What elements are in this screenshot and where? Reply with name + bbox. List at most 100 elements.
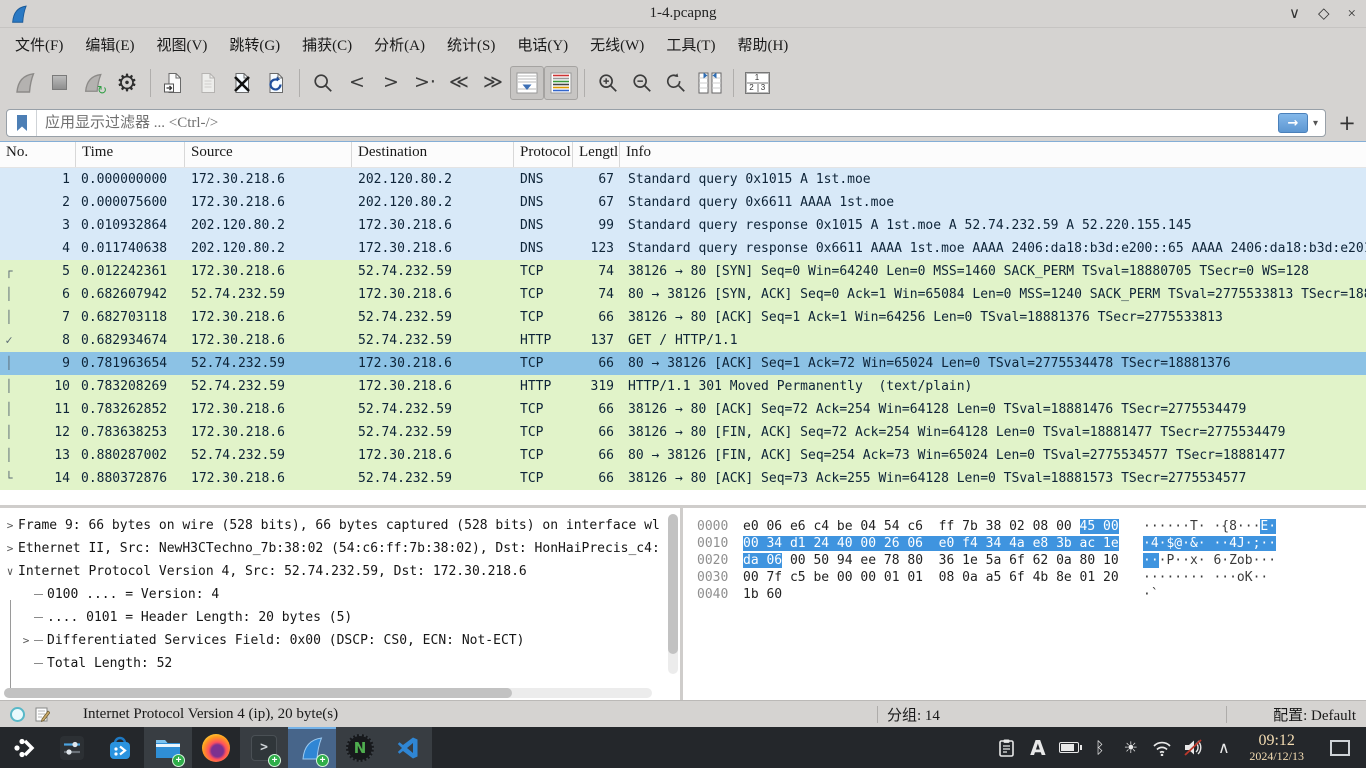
maximize-button[interactable]: ◇ [1318,0,1330,28]
input-method-indicator[interactable]: A [1024,733,1051,763]
table-row[interactable]: │ 11 0.783262852 172.30.218.6 52.74.232.… [0,398,1366,421]
detail-tree-row[interactable]: ∨ Internet Protocol Version 4, Src: 52.7… [2,560,680,583]
find-packet-button[interactable] [306,66,340,100]
detail-tree-row[interactable]: > Differentiated Services Field: 0x00 (D… [2,629,680,652]
close-button[interactable]: × [1348,0,1356,28]
menu-item[interactable]: 编辑(E) [74,29,145,60]
hex-row[interactable]: 0020 da 06 00 50 94 ee 78 80 36 1e 5a 6f… [697,552,1366,569]
neovim-task[interactable]: N [336,727,384,768]
expander-icon[interactable] [18,652,34,675]
table-row[interactable]: │ 7 0.682703118 172.30.218.6 52.74.232.5… [0,306,1366,329]
start-capture-button[interactable] [8,66,42,100]
expert-info-icon[interactable] [10,707,25,722]
detail-tree-row[interactable]: > Ethernet II, Src: NewH3CTechno_7b:38:0… [2,537,680,560]
battery-icon[interactable] [1055,733,1082,763]
discover-store-button[interactable] [96,727,144,768]
firefox-task[interactable] [192,727,240,768]
display-filter-input[interactable] [37,110,1278,136]
wifi-icon[interactable] [1148,733,1175,763]
details-vertical-scrollbar[interactable] [668,514,678,674]
column-header[interactable]: Lengtl [573,142,620,167]
volume-muted-icon[interactable] [1179,733,1206,763]
first-packet-button[interactable]: ≪ [442,66,476,100]
wireshark-task[interactable]: + [288,727,336,768]
column-header[interactable]: Info [620,142,1366,167]
settings-button[interactable] [48,727,96,768]
menu-item[interactable]: 帮助(H) [726,29,799,60]
stop-capture-button[interactable] [42,66,76,100]
close-file-button[interactable] [225,66,259,100]
vscode-task[interactable] [384,727,432,768]
layout-button[interactable]: 123 [740,66,774,100]
table-row[interactable]: └ 14 0.880372876 172.30.218.6 52.74.232.… [0,467,1366,490]
menu-item[interactable]: 分析(A) [363,29,436,60]
reload-file-button[interactable] [259,66,293,100]
clock-widget[interactable]: 09:12 2024/12/13 [1241,732,1312,762]
capture-comment-icon[interactable] [34,706,50,722]
zoom-out-button[interactable] [625,66,659,100]
detail-tree-row[interactable]: 0100 .... = Version: 4 [2,583,680,606]
hex-row[interactable]: 0040 1b 60 ·` [697,586,1366,603]
hex-row[interactable]: 0000 e0 06 e6 c4 be 04 54 c6 ff 7b 38 02… [697,518,1366,535]
detail-tree-row[interactable]: > Frame 9: 66 bytes on wire (528 bits), … [2,514,680,537]
terminal-task[interactable]: > + [240,727,288,768]
open-file-button[interactable] [157,66,191,100]
table-row[interactable]: ┌ 5 0.012242361 172.30.218.6 52.74.232.5… [0,260,1366,283]
menu-item[interactable]: 跳转(G) [218,29,291,60]
previous-packet-button[interactable]: < [340,66,374,100]
table-row[interactable]: 2 0.000075600 172.30.218.6 202.120.80.2 … [0,191,1366,214]
apply-filter-button[interactable]: → [1278,113,1308,133]
table-row[interactable]: │ 9 0.781963654 52.74.232.59 172.30.218.… [0,352,1366,375]
hex-row[interactable]: 0010 00 34 d1 24 40 00 26 06 e0 f4 34 4a… [697,535,1366,552]
clipboard-icon[interactable] [993,733,1020,763]
filter-history-caret[interactable]: ▾ [1310,118,1321,129]
column-header[interactable]: Protocol [514,142,573,167]
autoscroll-toggle-button[interactable] [510,66,544,100]
colorize-toggle-button[interactable] [544,66,578,100]
app-launcher-button[interactable] [0,727,48,768]
restart-capture-button[interactable]: ↻ [76,66,110,100]
resize-columns-button[interactable] [693,66,727,100]
column-header[interactable]: Time [76,142,185,167]
zoom-reset-button[interactable] [659,66,693,100]
table-row[interactable]: 1 0.000000000 172.30.218.6 202.120.80.2 … [0,168,1366,191]
column-header[interactable]: Source [185,142,352,167]
expander-icon[interactable]: > [18,629,34,652]
menu-item[interactable]: 文件(F) [4,29,74,60]
details-horizontal-scrollbar[interactable] [4,688,652,698]
next-packet-button[interactable]: > [374,66,408,100]
zoom-in-button[interactable] [591,66,625,100]
table-row[interactable]: │ 10 0.783208269 52.74.232.59 172.30.218… [0,375,1366,398]
filter-bookmark-button[interactable] [7,110,37,136]
column-header[interactable]: No. [0,142,76,167]
table-row[interactable]: │ 13 0.880287002 52.74.232.59 172.30.218… [0,444,1366,467]
show-desktop-button[interactable] [1330,740,1350,756]
table-row[interactable]: │ 6 0.682607942 52.74.232.59 172.30.218.… [0,283,1366,306]
detail-tree-row[interactable]: .... 0101 = Header Length: 20 bytes (5) [2,606,680,629]
last-packet-button[interactable]: ≫ [476,66,510,100]
title-bar[interactable]: 1-4.pcapng ∨ ◇ × [0,0,1366,28]
expander-icon[interactable]: > [2,537,18,560]
minimize-button[interactable]: ∨ [1289,0,1300,28]
expander-icon[interactable] [18,606,34,629]
expander-icon[interactable]: > [2,514,18,537]
menu-item[interactable]: 无线(W) [579,29,655,60]
add-filter-button[interactable]: + [1334,110,1360,136]
hex-row[interactable]: 0030 00 7f c5 be 00 00 01 01 08 0a a5 6f… [697,569,1366,586]
bluetooth-icon[interactable]: ᛒ [1086,733,1113,763]
tray-expand-icon[interactable]: ∧ [1210,733,1237,763]
expander-icon[interactable]: ∨ [2,560,18,583]
detail-tree-row[interactable]: Total Length: 52 [2,652,680,675]
table-row[interactable]: ✓ 8 0.682934674 172.30.218.6 52.74.232.5… [0,329,1366,352]
column-header[interactable]: Destination [352,142,514,167]
profile-status[interactable]: 配置: Default [1236,704,1356,725]
menu-item[interactable]: 统计(S) [436,29,506,60]
table-row[interactable]: 4 0.011740638 202.120.80.2 172.30.218.6 … [0,237,1366,260]
menu-item[interactable]: 捕获(C) [291,29,363,60]
file-manager-task[interactable]: + [144,727,192,768]
capture-options-button[interactable]: ⚙ [110,66,144,100]
expander-icon[interactable] [18,583,34,606]
goto-packet-button[interactable]: >· [408,66,442,100]
menu-item[interactable]: 工具(T) [655,29,726,60]
brightness-icon[interactable]: ☀ [1117,733,1144,763]
